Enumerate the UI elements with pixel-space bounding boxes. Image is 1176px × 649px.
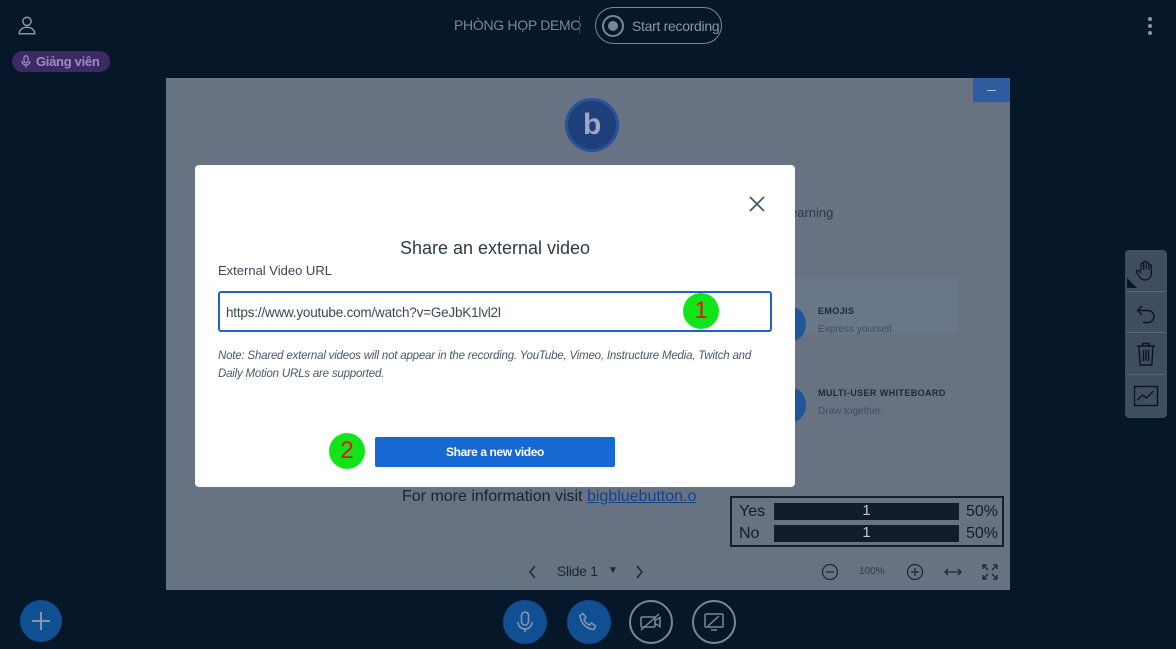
whiteboard-toolbar [1125, 250, 1167, 418]
zoom-out-icon[interactable] [821, 563, 839, 581]
modal-title: Share an external video [399, 238, 591, 258]
poll-option-label: No [739, 525, 760, 542]
annotation-marker-2: 2 [329, 433, 365, 469]
modal-note: Note: Shared external videos will not ap… [218, 350, 752, 380]
undo-button[interactable] [1129, 296, 1163, 330]
title-divider [579, 16, 580, 34]
whiteboard-icon [1133, 385, 1159, 407]
feature-description: Draw together. [818, 406, 884, 417]
zoom-level: 100% [859, 566, 885, 577]
mute-microphone-button[interactable] [503, 600, 547, 644]
slide-learning-text: earning [790, 205, 834, 220]
zoom-in-icon[interactable] [906, 563, 924, 581]
next-slide-icon[interactable] [630, 563, 648, 581]
options-menu-icon[interactable] [1140, 14, 1160, 38]
microphone-icon [517, 611, 533, 632]
start-recording-button[interactable]: Start recording [595, 7, 722, 44]
previous-slide-icon[interactable] [524, 563, 542, 581]
record-icon [602, 14, 624, 37]
slide-selector[interactable]: Slide 1 [557, 563, 598, 579]
role-badge[interactable]: Giảng viên [12, 51, 111, 72]
poll-count: 1 [862, 502, 871, 519]
leave-audio-button[interactable] [567, 600, 611, 644]
poll-results: Yes 1 50% No 1 50% [730, 496, 1004, 547]
logo-letter: b [583, 108, 602, 141]
phone-icon [579, 612, 597, 631]
multi-user-whiteboard-button[interactable] [1129, 379, 1163, 413]
poll-count: 1 [862, 524, 871, 541]
minimize-presentation-button[interactable] [973, 78, 1010, 102]
poll-percent: 50% [966, 503, 999, 520]
top-bar: PHÒNG HỌP DEMO Start recording [0, 0, 1176, 50]
feature-title: MULTI-USER WHITEBOARD [818, 388, 946, 398]
undo-icon [1136, 305, 1155, 324]
info-link[interactable]: bigbluebutton.o [587, 488, 696, 505]
meeting-title: PHÒNG HỌP DEMO [454, 17, 582, 33]
tool-divider [1127, 332, 1165, 333]
microphone-icon [21, 55, 31, 68]
poll-option-label: Yes [739, 503, 766, 520]
slide-info-text: For more information visit bigbluebutton… [402, 488, 696, 506]
feature-description: Express yourself. [818, 324, 895, 335]
tool-divider [1127, 291, 1165, 292]
presentation-toolbar: Slide 1 ▼ 100% [166, 554, 1010, 590]
close-icon[interactable] [745, 192, 769, 216]
trash-icon [1137, 342, 1155, 366]
poll-percent: 50% [966, 525, 999, 542]
fit-width-icon[interactable] [944, 563, 962, 581]
tool-options-indicator [1127, 278, 1137, 288]
share-new-video-button[interactable]: Share a new video [375, 437, 615, 467]
poll-row: Yes 1 50% [736, 501, 1002, 522]
share-webcam-button[interactable] [629, 600, 673, 644]
video-off-icon [640, 613, 661, 631]
tool-divider [1127, 374, 1165, 375]
video-url-input[interactable] [226, 301, 756, 323]
actions-button[interactable] [20, 600, 62, 642]
url-field-label: External Video URL [218, 263, 332, 278]
chevron-down-icon[interactable]: ▼ [608, 565, 618, 576]
info-prefix: For more information visit [402, 488, 587, 505]
share-screen-button[interactable] [692, 600, 736, 644]
feature-title: EMOJIS [818, 306, 855, 316]
plus-icon [32, 612, 50, 630]
fullscreen-icon[interactable] [981, 563, 999, 581]
screenshare-off-icon [704, 613, 724, 631]
poll-row: No 1 50% [736, 523, 1002, 544]
annotation-marker-1: 1 [683, 293, 719, 329]
role-label: Giảng viên [36, 54, 100, 69]
clear-annotations-button[interactable] [1129, 337, 1163, 371]
record-label: Start recording [632, 17, 720, 34]
user-list-icon[interactable] [16, 14, 38, 36]
